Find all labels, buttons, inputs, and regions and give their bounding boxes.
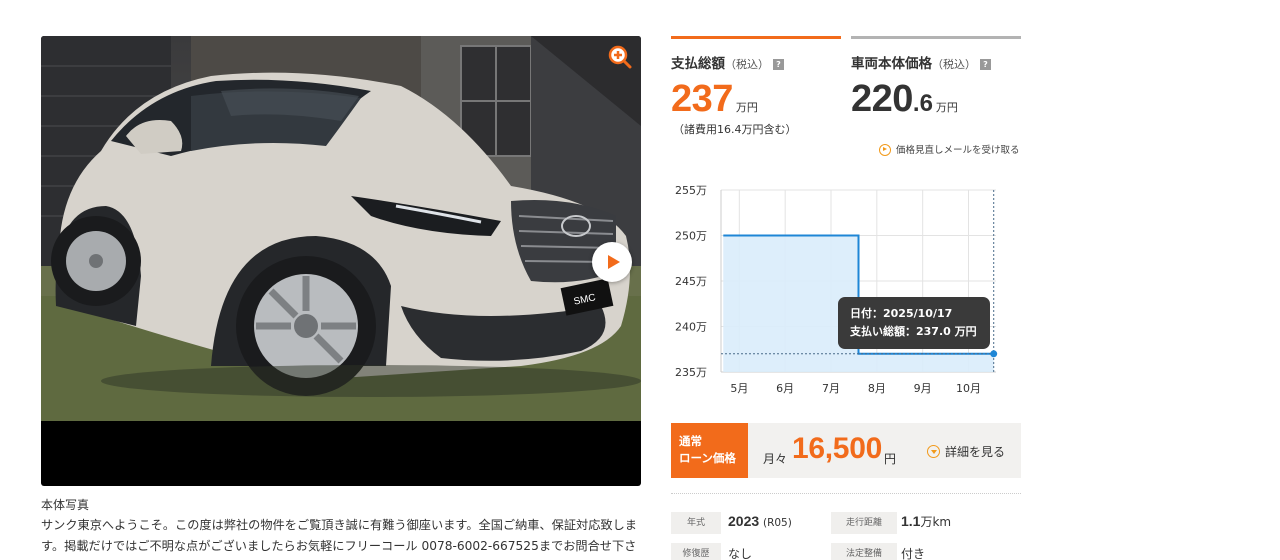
loan-badge-line2: ローン価格 [679,451,736,465]
loan-yen: 円 [884,452,897,466]
y-tick-label: 250万 [675,230,707,243]
total-price-title: 支払総額（税込）? [671,52,841,72]
zoom-in-icon[interactable] [608,45,632,69]
loan-detail-link[interactable]: 詳細を見る [927,443,1005,460]
loan-badge-line1: 通常 [679,434,702,448]
vehicle-photo-viewer[interactable]: SMC [41,36,641,486]
x-tick-label: 10月 [956,382,981,395]
spec-inspection-label: 法定整備 [831,543,897,560]
tooltip-box [838,297,990,349]
price-alert-link[interactable]: 価格見直しメールを受け取る [879,142,1020,156]
spec-mileage-number: 1.1 [901,513,921,529]
loan-price-box: 通常 ローン価格 月々 16,500 円 詳細を見る [671,423,1021,478]
x-tick-label: 5月 [730,382,748,395]
total-price-label: 支払総額 [671,56,725,72]
body-price-label: 車両本体価格 [851,56,932,72]
total-price-block: 支払総額（税込）? 237 万円 （諸費用16.4万円含む） [671,36,841,137]
y-tick-label: 235万 [675,366,707,379]
spec-inspection-value: 付き [901,547,926,560]
loan-badge: 通常 ローン価格 [671,423,748,478]
x-tick-label: 6月 [776,382,794,395]
total-price-tax-note: （税込） [725,58,769,71]
body-price-accent-bar [851,36,1021,39]
vehicle-photo[interactable]: SMC [41,36,641,421]
body-price-tax-note: （税込） [932,58,976,71]
spec-repair-label: 修復歴 [671,543,721,560]
body-price-title: 車両本体価格（税込）? [851,52,1021,72]
body-price-block: 車両本体価格（税込）? 220.6 万円 [851,36,1021,121]
spec-year-era: (R05) [762,517,792,529]
loan-amount: 16,500 [792,432,882,465]
x-tick-label: 7月 [822,382,840,395]
chevron-down-circle-icon [927,445,940,458]
price-history-chart[interactable]: 255万 250万 245万 240万 235万 5月 6月 7月 8月 9月 10月 日付：2025… [671,178,1011,406]
body-price-dec: .6 [912,90,933,117]
tooltip-amount: 支払い総額：237.0 万円 [849,324,977,338]
x-tick-label: 9月 [914,382,932,395]
spec-year-label: 年式 [671,512,721,534]
play-circle-icon [879,144,891,156]
help-icon[interactable]: ? [980,59,991,70]
body-price-int: 220 [851,78,913,120]
body-price-value-row: 220.6 万円 [851,78,1021,121]
data-point [990,350,998,358]
total-price-accent-bar [671,36,841,39]
total-price-value-row: 237 万円 [671,78,841,121]
y-tick-label: 255万 [675,184,707,197]
loan-detail-label: 詳細を見る [945,445,1006,459]
fees-note: （諸費用16.4万円含む） [673,123,797,136]
vehicle-detail-page: SMC 本体写真 サンク東京へようこそ。この度は弊社の物件をご覧頂き誠に有難う御… [0,0,1280,560]
car-illustration: SMC [41,36,641,421]
y-tick-label: 240万 [675,321,707,334]
spec-year-value: 2023 (R05) [728,513,792,529]
total-price-unit: 万円 [735,101,758,114]
photo-caption: 本体写真 [41,498,90,512]
spec-mileage-label: 走行距離 [831,512,897,534]
help-icon[interactable]: ? [773,59,784,70]
x-tick-label: 8月 [868,382,886,395]
spec-repair-value: なし [728,547,753,560]
loan-monthly-label: 月々 [763,452,788,466]
body-price-unit: 万円 [935,101,958,114]
shop-description: サンク東京へようこそ。この度は弊社の物件をご覧頂き誠に有難う御座います。全国ご納… [41,518,637,553]
play-icon[interactable] [592,242,632,282]
total-price-value: 237 [671,78,733,120]
y-tick-label: 245万 [675,275,707,288]
spec-mileage-value: 1.1万km [901,513,951,530]
tooltip-date: 日付：2025/10/17 [850,306,952,320]
divider [671,493,1021,494]
spec-mileage-unit: 万km [920,515,952,529]
price-alert-label: 価格見直しメールを受け取る [896,145,1020,156]
spec-year-number: 2023 [728,513,760,529]
price-history-svg: 255万 250万 245万 240万 235万 5月 6月 7月 8月 9月 10月 日付：2025… [675,184,998,395]
